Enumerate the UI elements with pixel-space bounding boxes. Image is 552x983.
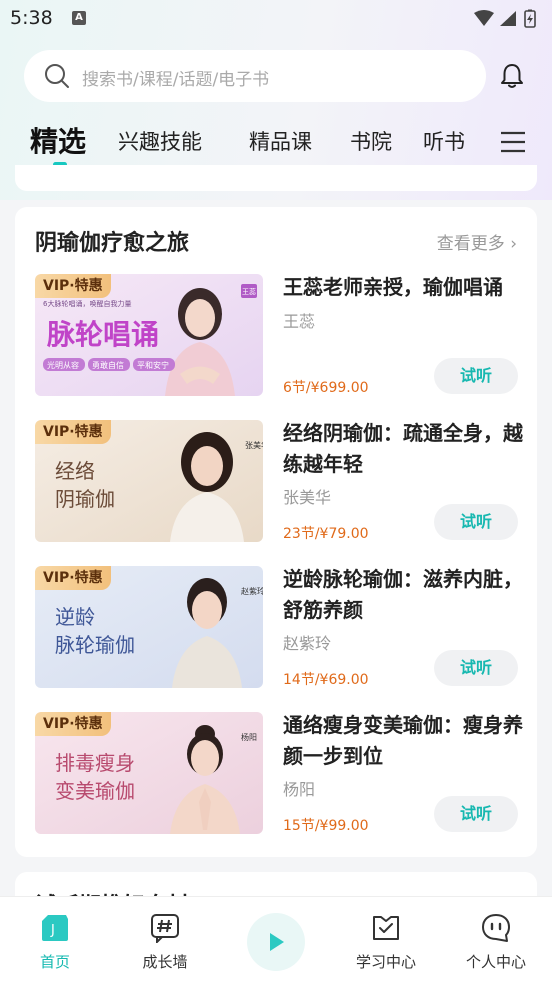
thumb-name: 王蕊 — [242, 287, 256, 296]
thumb-name: 杨阳 — [241, 732, 257, 742]
thumb-tag: 勇敢自信 — [92, 360, 124, 370]
course-author: 杨阳 — [283, 780, 316, 799]
hashtag-icon — [151, 914, 179, 943]
nav-label: 个人中心 — [465, 953, 526, 971]
nav-growth-wall[interactable]: 成长墙 — [115, 897, 215, 983]
thumb-main-text: 脉轮唱诵 — [47, 318, 159, 351]
course-title[interactable]: 王蕊老师亲授，瑜伽唱诵 — [283, 272, 525, 303]
try-listen-button[interactable]: 试听 — [434, 796, 518, 832]
course-price: 23节/¥79.00 — [283, 526, 369, 542]
tab-academy[interactable]: 书院 — [350, 126, 392, 156]
section-title: 阴瑜伽疗愈之旅 — [35, 231, 190, 256]
tab-featured[interactable]: 精选 — [30, 120, 86, 160]
course-author: 赵紫玲 — [283, 634, 332, 653]
thumb-main-text-2: 阴瑜伽 — [55, 487, 115, 511]
thumb-main-text: 排毒瘦身 — [55, 751, 135, 775]
course-title[interactable]: 经络阴瑜伽：疏通全身，越练越年轻 — [283, 418, 525, 480]
course-title[interactable]: 逆龄脉轮瑜伽：滋养内脏，舒筋养颜 — [283, 564, 525, 626]
course-author: 王蕊 — [283, 312, 316, 331]
status-bar: 5:38 A — [0, 0, 552, 38]
thumb-name: 赵紫玲 — [241, 586, 263, 596]
nav-label: 首页 — [39, 953, 70, 971]
thumb-tag: 平和安宁 — [137, 360, 169, 370]
thumb-subtitle: 6大脉轮唱诵，唤醒自我力量 — [43, 299, 131, 308]
course-item[interactable]: 经络 阴瑜伽 张美华 VIP·特惠 经络阴瑜伽：疏通全身，越练越年轻 张美华 2… — [35, 420, 525, 544]
menu-icon[interactable] — [500, 130, 526, 154]
course-thumbnail[interactable]: 逆龄 脉轮瑜伽 赵紫玲 VIP·特惠 — [35, 566, 263, 688]
course-title[interactable]: 通络瘦身变美瑜伽：瘦身养颜一步到位 — [283, 710, 525, 772]
search-placeholder: 搜索书/课程/话题/电子书 — [82, 70, 270, 90]
nav-label: 学习中心 — [355, 953, 416, 971]
see-more-link[interactable]: 查看更多 › — [437, 229, 517, 254]
thumb-main-text: 逆龄 — [55, 605, 95, 629]
search-icon — [45, 64, 69, 88]
play-button[interactable] — [247, 913, 305, 971]
thumb-main-text-2: 脉轮瑜伽 — [55, 633, 135, 657]
tab-premium-courses[interactable]: 精品课 — [249, 126, 312, 156]
course-price: 15节/¥99.00 — [283, 818, 369, 834]
course-price: 14节/¥69.00 — [283, 672, 369, 688]
status-time: 5:38 — [10, 7, 53, 29]
chat-face-icon — [482, 914, 510, 942]
course-section-card: 阴瑜伽疗愈之旅 查看更多 › 6大脉轮唱诵，唤醒自我力量 脉轮唱诵 光明从容 勇… — [15, 207, 537, 857]
try-listen-button[interactable]: 试听 — [434, 504, 518, 540]
thumb-main-text-2: 变美瑜伽 — [55, 779, 135, 803]
course-author: 张美华 — [283, 488, 332, 507]
nav-label: 成长墙 — [142, 953, 188, 971]
nav-profile[interactable]: 个人中心 — [446, 897, 546, 983]
svg-text:J: J — [50, 923, 55, 938]
study-icon — [373, 916, 399, 940]
course-item[interactable]: 逆龄 脉轮瑜伽 赵紫玲 VIP·特惠 逆龄脉轮瑜伽：滋养内脏，舒筋养颜 赵紫玲 … — [35, 566, 525, 690]
previous-section-card — [15, 165, 537, 191]
search-bar[interactable]: 搜索书/课程/话题/电子书 — [24, 50, 486, 102]
bottom-navigation: J 首页 成长墙 学习中心 个人中心 — [0, 896, 552, 983]
nav-home[interactable]: J 首页 — [5, 897, 105, 983]
category-tabs: 精选 兴趣技能 精品课 书院 听书 — [0, 118, 552, 168]
course-item[interactable]: 6大脉轮唱诵，唤醒自我力量 脉轮唱诵 光明从容 勇敢自信 平和安宁 王蕊 VIP… — [35, 274, 525, 398]
thumb-main-text: 经络 — [55, 459, 95, 483]
vip-badge: VIP·特惠 — [35, 712, 111, 736]
try-listen-button[interactable]: 试听 — [434, 358, 518, 394]
tab-audiobooks[interactable]: 听书 — [423, 126, 465, 156]
play-icon — [270, 933, 284, 951]
vip-badge: VIP·特惠 — [35, 274, 111, 298]
thumb-name: 张美华 — [245, 440, 263, 450]
tab-interest-skills[interactable]: 兴趣技能 — [118, 126, 202, 156]
nav-study-center[interactable]: 学习中心 — [336, 897, 436, 983]
thumb-tag: 光明从容 — [47, 360, 79, 370]
signal-battery-icons — [474, 9, 536, 28]
course-thumbnail[interactable]: 排毒瘦身 变美瑜伽 杨阳 VIP·特惠 — [35, 712, 263, 834]
try-listen-button[interactable]: 试听 — [434, 650, 518, 686]
notification-icon: A — [72, 11, 86, 25]
vip-badge: VIP·特惠 — [35, 420, 111, 444]
course-price: 6节/¥699.00 — [283, 380, 369, 396]
home-icon: J — [42, 915, 68, 941]
vip-badge: VIP·特惠 — [35, 566, 111, 590]
course-item[interactable]: 排毒瘦身 变美瑜伽 杨阳 VIP·特惠 通络瘦身变美瑜伽：瘦身养颜一步到位 杨阳… — [35, 712, 525, 836]
course-thumbnail[interactable]: 经络 阴瑜伽 张美华 VIP·特惠 — [35, 420, 263, 542]
bell-icon[interactable] — [498, 62, 526, 90]
course-thumbnail[interactable]: 6大脉轮唱诵，唤醒自我力量 脉轮唱诵 光明从容 勇敢自信 平和安宁 王蕊 VIP… — [35, 274, 263, 396]
